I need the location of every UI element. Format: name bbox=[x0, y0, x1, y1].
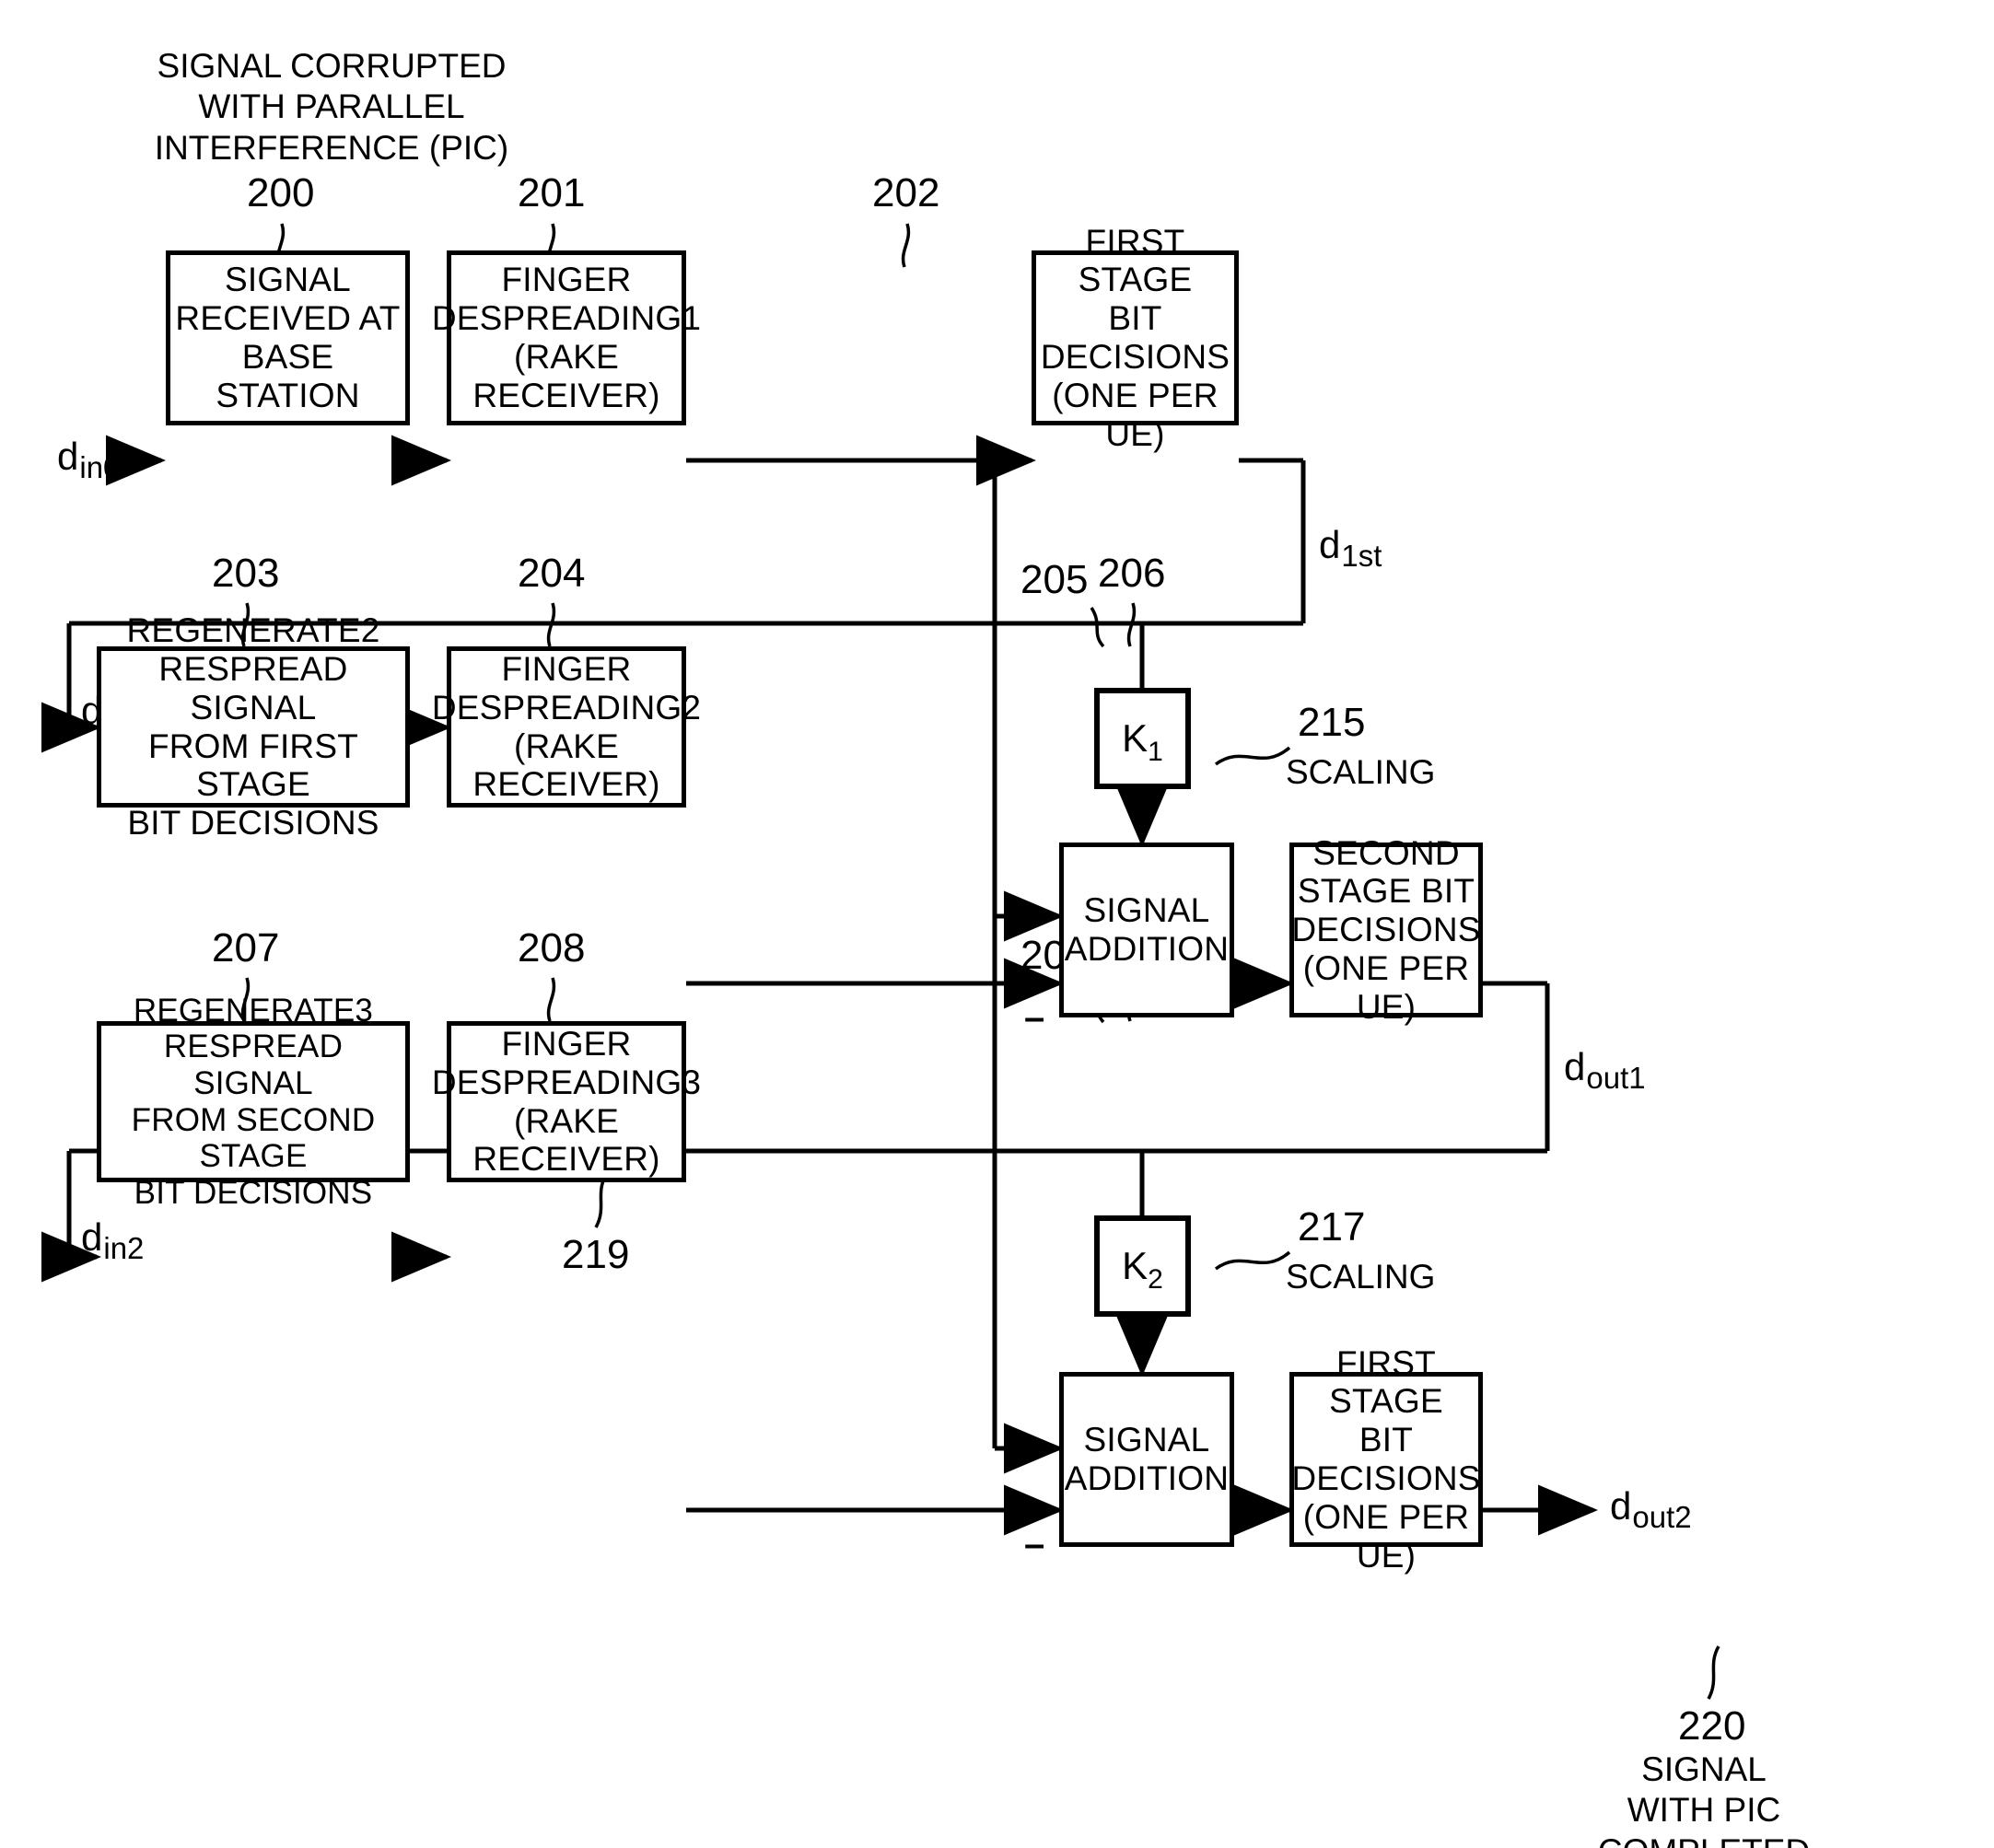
signal-label-dout1: dout1 bbox=[1564, 1045, 1646, 1095]
block-210-text: FIRST STAGE BIT DECISIONS (ONE PER UE) bbox=[1291, 1343, 1481, 1575]
leader-205 bbox=[1090, 607, 1105, 648]
patent-figure: SIGNAL CORRUPTED WITH PARALLEL INTERFERE… bbox=[0, 0, 1994, 1848]
block-206-second-stage-bit-decisions[interactable]: SECOND STAGE BIT DECISIONS (ONE PER UE) bbox=[1289, 834, 1483, 1026]
block-209-text: SIGNAL ADDITION bbox=[1064, 1421, 1230, 1497]
dout1-base: d bbox=[1564, 1045, 1586, 1088]
minus-sign-205: – bbox=[1024, 997, 1045, 1038]
dout2-sub: out2 bbox=[1632, 1500, 1692, 1534]
block-207-text: REGENERATE3 RESPREAD SIGNAL FROM SECOND … bbox=[131, 992, 376, 1211]
din0-base: d bbox=[57, 435, 79, 478]
ref-205: 205 bbox=[1020, 557, 1089, 602]
d1st-sub: 1st bbox=[1341, 539, 1382, 573]
scaling-label-217: SCALING bbox=[1286, 1258, 1436, 1296]
block-205-text: SIGNAL ADDITION bbox=[1064, 891, 1230, 968]
block-204-finger-despreading2[interactable]: FINGER DESPREADING2 (RAKE RECEIVER) bbox=[432, 646, 701, 808]
signal-label-din0: din0 bbox=[57, 435, 120, 484]
block-203-text: REGENERATE2 RESPREAD SIGNAL FROM FIRST S… bbox=[126, 611, 380, 843]
block-204-text: FINGER DESPREADING2 (RAKE RECEIVER) bbox=[431, 649, 702, 804]
din0-sub: in0 bbox=[79, 450, 121, 484]
block-215-scaling-k1[interactable]: K1 bbox=[1094, 688, 1191, 789]
block-202-first-stage-bit-decisions[interactable]: FIRST STAGE BIT DECISIONS (ONE PER UE) bbox=[1032, 223, 1239, 453]
leader-208 bbox=[546, 977, 556, 1022]
minus-sign-209: – bbox=[1024, 1524, 1045, 1564]
block-217-scaling-k2[interactable]: K2 bbox=[1094, 1215, 1191, 1317]
din2-base: d bbox=[81, 1215, 103, 1259]
block-207-regenerate3[interactable]: REGENERATE3 RESPREAD SIGNAL FROM SECOND … bbox=[97, 993, 410, 1211]
leader-220 bbox=[1707, 1645, 1720, 1700]
block-202-text: FIRST STAGE BIT DECISIONS (ONE PER UE) bbox=[1040, 222, 1230, 453]
block-217-text: K2 bbox=[1122, 1244, 1163, 1295]
block-209-signal-addition[interactable]: SIGNAL ADDITION bbox=[1059, 1372, 1234, 1547]
output-caption: SIGNAL WITH PIC COMPLETED bbox=[1598, 1750, 1810, 1848]
block-201-text: FINGER DESPREADING1 (RAKE RECEIVER) bbox=[431, 261, 702, 414]
dout1-sub: out1 bbox=[1586, 1061, 1646, 1095]
block-208-finger-despreading3[interactable]: FINGER DESPREADING3 (RAKE RECEIVER) bbox=[432, 1021, 701, 1182]
signal-label-dout2: dout2 bbox=[1610, 1484, 1692, 1534]
scaling-label-215: SCALING bbox=[1286, 753, 1436, 791]
dout2-base: d bbox=[1610, 1484, 1632, 1528]
ref-201: 201 bbox=[518, 170, 586, 215]
ref-208: 208 bbox=[518, 925, 586, 970]
din2-sub: in2 bbox=[103, 1231, 145, 1265]
leader-215 bbox=[1214, 746, 1291, 766]
ref-202: 202 bbox=[872, 170, 940, 215]
ref-220: 220 bbox=[1678, 1703, 1746, 1749]
ref-207: 207 bbox=[212, 925, 280, 970]
block-200-signal-received[interactable]: SIGNAL RECEIVED AT BASE STATION bbox=[166, 250, 410, 425]
ref-215: 215 bbox=[1298, 700, 1366, 745]
block-200-text: SIGNAL RECEIVED AT BASE STATION bbox=[175, 261, 401, 414]
block-215-text: K1 bbox=[1122, 716, 1163, 767]
block-210-first-stage-bit-decisions[interactable]: FIRST STAGE BIT DECISIONS (ONE PER UE) bbox=[1289, 1344, 1483, 1575]
leader-219 bbox=[594, 1174, 608, 1228]
ref-217: 217 bbox=[1298, 1204, 1366, 1249]
ref-204: 204 bbox=[518, 551, 586, 596]
block-201-finger-despreading1[interactable]: FINGER DESPREADING1 (RAKE RECEIVER) bbox=[432, 250, 701, 425]
block-205-signal-addition[interactable]: SIGNAL ADDITION bbox=[1059, 843, 1234, 1017]
ref-219: 219 bbox=[562, 1232, 630, 1277]
signal-label-d1st: d1st bbox=[1319, 523, 1382, 573]
leader-202 bbox=[901, 223, 911, 268]
signal-label-din2: din2 bbox=[81, 1215, 144, 1265]
input-caption: SIGNAL CORRUPTED WITH PARALLEL INTERFERE… bbox=[154, 47, 509, 167]
ref-200: 200 bbox=[247, 170, 315, 215]
block-208-text: FINGER DESPREADING3 (RAKE RECEIVER) bbox=[431, 1024, 702, 1179]
ref-206: 206 bbox=[1098, 551, 1166, 596]
block-206-text: SECOND STAGE BIT DECISIONS (ONE PER UE) bbox=[1291, 833, 1481, 1026]
leader-217 bbox=[1214, 1250, 1291, 1271]
d1st-base: d bbox=[1319, 523, 1341, 566]
block-203-regenerate2[interactable]: REGENERATE2 RESPREAD SIGNAL FROM FIRST S… bbox=[97, 611, 410, 842]
ref-203: 203 bbox=[212, 551, 280, 596]
